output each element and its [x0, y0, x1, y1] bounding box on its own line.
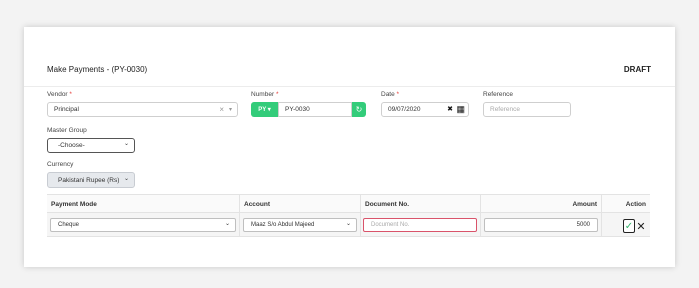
master-group-select[interactable]: -Choose- ⌄	[47, 138, 135, 153]
payments-table: Payment Mode Account Document No. Amount…	[47, 194, 650, 237]
currency-value: Pakistani Rupee (Rs)	[58, 176, 120, 184]
calendar-icon[interactable]: ▦	[456, 104, 465, 115]
clear-icon[interactable]: ×	[219, 105, 224, 114]
amount-value: 5000	[576, 222, 590, 228]
chevron-down-icon: ▾	[228, 107, 232, 113]
payment-mode-select[interactable]: Cheque ⌄	[50, 218, 236, 232]
account-select[interactable]: Maaz S/o Abdul Majeed ⌄	[243, 218, 357, 232]
col-account: Account	[240, 195, 361, 213]
col-amount: Amount	[481, 195, 602, 213]
table-row: Cheque ⌄ Maaz S/o Abdul Majeed ⌄ Documen…	[47, 213, 650, 237]
vendor-label: Vendor *	[47, 91, 72, 98]
reference-placeholder: Reference	[490, 106, 520, 113]
page-title: Make Payments - (PY-0030)	[47, 65, 148, 74]
reference-input[interactable]: Reference	[483, 102, 571, 117]
currency-select[interactable]: Pakistani Rupee (Rs) ⌄	[47, 172, 135, 188]
chevron-down-icon: ⌄	[345, 221, 351, 227]
refresh-icon[interactable]: ↻	[352, 102, 366, 117]
col-document-no: Document No.	[361, 195, 481, 213]
clear-date-icon[interactable]: ✖	[447, 105, 453, 113]
status-badge: DRAFT	[623, 65, 651, 74]
master-group-value: -Choose-	[58, 142, 85, 149]
chevron-down-icon: ⌄	[123, 176, 129, 182]
chevron-down-icon: ⌄	[123, 141, 129, 147]
date-input[interactable]: 09/07/2020 ✖ ▦	[381, 102, 469, 117]
reference-label: Reference	[483, 91, 513, 98]
currency-label: Currency	[47, 161, 74, 168]
form-header: Make Payments - (PY-0030) DRAFT	[24, 27, 675, 87]
chevron-down-icon: ⌄	[224, 221, 230, 227]
date-value: 09/07/2020	[388, 106, 421, 113]
table-header: Payment Mode Account Document No. Amount…	[47, 194, 650, 213]
date-label: Date *	[381, 91, 400, 98]
col-payment-mode: Payment Mode	[47, 195, 240, 213]
master-group-label: Master Group	[47, 127, 87, 134]
document-no-input[interactable]: Document No.	[363, 218, 477, 232]
vendor-select[interactable]: Principal × ▾	[47, 102, 238, 117]
payment-mode-value: Cheque	[58, 222, 80, 228]
document-no-placeholder: Document No.	[371, 222, 410, 228]
amount-input[interactable]: 5000	[484, 218, 598, 232]
number-value: PY-0030	[285, 106, 310, 113]
account-value: Maaz S/o Abdul Majeed	[251, 222, 315, 228]
vendor-value: Principal	[54, 106, 79, 113]
close-icon[interactable]: ✕	[636, 219, 646, 233]
number-prefix-button[interactable]: PY ▾	[251, 102, 278, 117]
col-action: Action	[625, 200, 646, 208]
confirm-row-button[interactable]: ✓	[623, 219, 635, 233]
number-label: Number *	[251, 91, 279, 98]
number-input[interactable]: PY-0030	[278, 102, 352, 117]
